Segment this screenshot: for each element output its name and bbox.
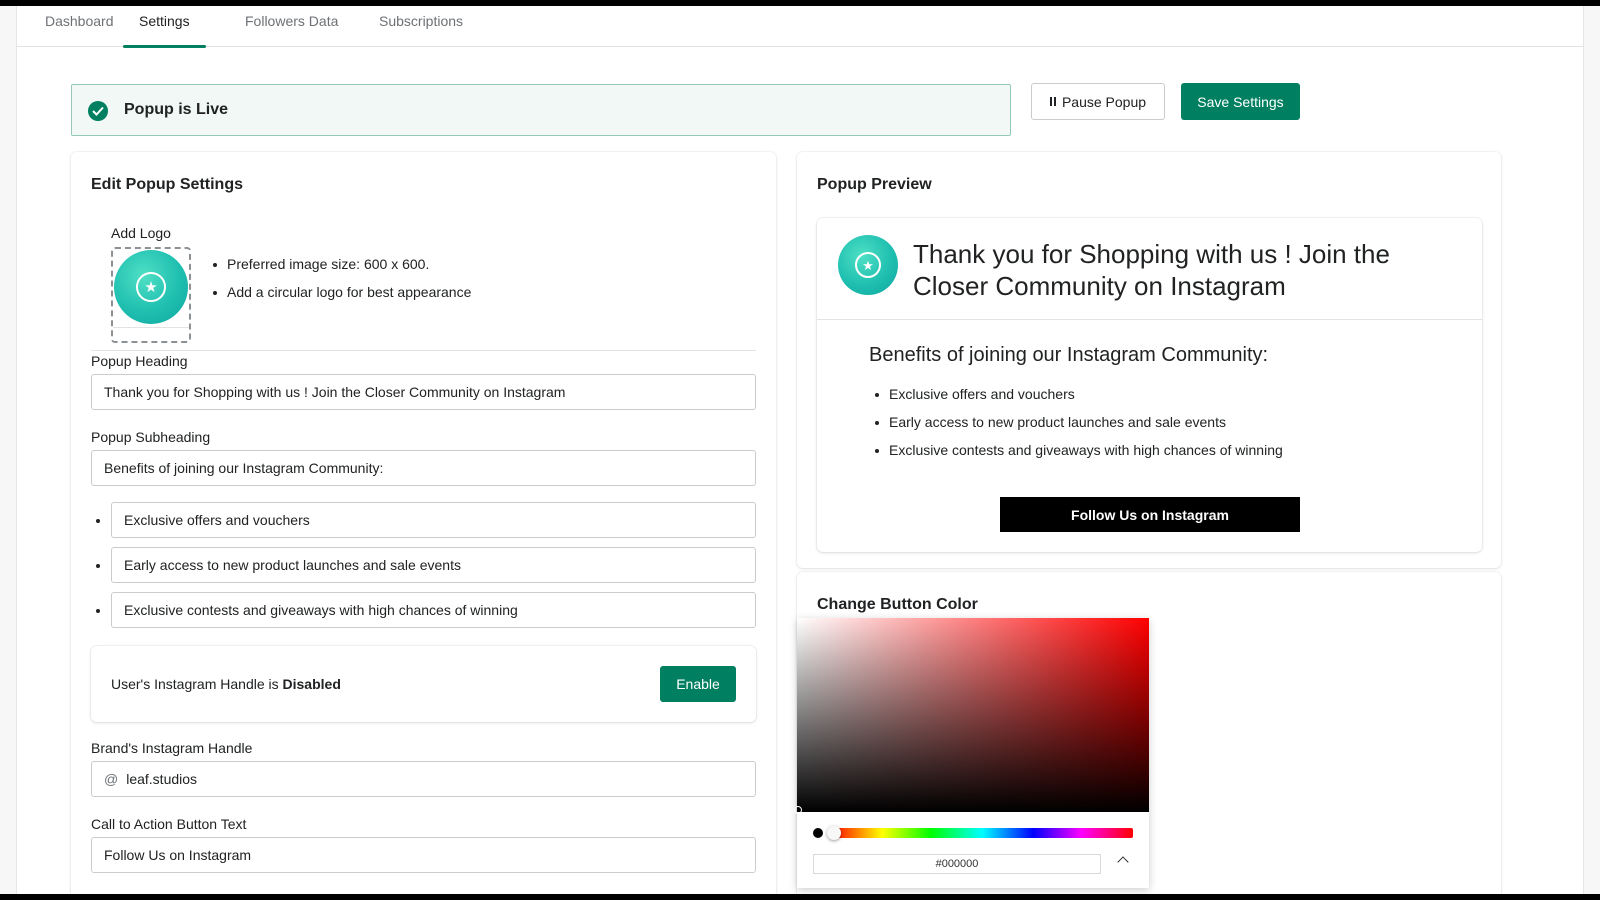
tab-subscriptions[interactable]: Subscriptions	[363, 13, 479, 47]
hue-slider-thumb[interactable]	[827, 826, 841, 840]
pause-popup-button[interactable]: Pause Popup	[1031, 83, 1165, 120]
preview-heading: Thank you for Shopping with us ! Join th…	[913, 239, 1390, 301]
tab-dashboard[interactable]: Dashboard	[29, 13, 130, 47]
app-frame: Dashboard Settings Followers Data Subscr…	[16, 6, 1584, 894]
popup-preview-card: Popup Preview ★ Thank you for Shopping w…	[797, 152, 1501, 568]
cta-text-label: Call to Action Button Text	[91, 816, 247, 832]
color-swatch	[813, 828, 823, 838]
color-card-title: Change Button Color	[817, 596, 978, 613]
edit-popup-settings-card: Edit Popup Settings Add Logo ★ Preferred…	[71, 152, 776, 894]
check-circle-icon	[88, 101, 108, 121]
preview-benefits: Exclusive offers and vouchers Early acce…	[873, 386, 1283, 470]
follow-instagram-button[interactable]: Follow Us on Instagram	[1000, 497, 1300, 532]
user-handle-setting: User's Instagram Handle is Disabled Enab…	[91, 646, 756, 722]
cta-text-input[interactable]: Follow Us on Instagram	[91, 837, 756, 873]
list-item: Early access to new product launches and…	[873, 414, 1283, 430]
bullet-icon	[96, 609, 100, 613]
benefit-input-3[interactable]: Exclusive contests and giveaways with hi…	[111, 592, 756, 628]
preview-header: ★ Thank you for Shopping with us ! Join …	[817, 218, 1482, 320]
hex-color-input[interactable]: #000000	[813, 854, 1101, 874]
edit-card-title: Edit Popup Settings	[91, 176, 243, 193]
logo-tip: Add a circular logo for best appearance	[211, 284, 471, 300]
user-handle-status-text: User's Instagram Handle is Disabled	[111, 676, 341, 692]
logo-upload-dropzone[interactable]: ★	[111, 247, 191, 343]
benefit-input-1[interactable]: Exclusive offers and vouchers	[111, 502, 756, 538]
preview-card-title: Popup Preview	[817, 176, 932, 193]
chevron-up-icon[interactable]	[1117, 856, 1129, 868]
change-button-color-card: Change Button Color #000000	[794, 572, 1501, 894]
saturation-area[interactable]	[797, 618, 1149, 812]
status-banner: Popup is Live	[71, 84, 1011, 136]
brand-handle-value: leaf.studios	[126, 771, 198, 787]
brand-handle-label: Brand's Instagram Handle	[91, 740, 253, 756]
add-logo-label: Add Logo	[111, 225, 171, 241]
color-picker: #000000	[794, 618, 1149, 888]
logo-tips: Preferred image size: 600 x 600. Add a c…	[211, 256, 471, 312]
hue-slider[interactable]	[831, 828, 1133, 838]
at-prefix: @	[104, 771, 119, 787]
bullet-icon	[96, 564, 100, 568]
popup-heading-label: Popup Heading	[91, 353, 188, 369]
star-badge-icon: ★	[838, 235, 898, 295]
star-badge-icon: ★	[114, 250, 188, 324]
list-item: Exclusive offers and vouchers	[873, 386, 1283, 402]
list-item: Exclusive contests and giveaways with hi…	[873, 442, 1283, 458]
saturation-cursor[interactable]	[794, 806, 802, 814]
user-handle-status: Disabled	[282, 676, 341, 692]
divider	[91, 350, 756, 351]
pause-popup-label: Pause Popup	[1061, 93, 1147, 110]
page: Dashboard Settings Followers Data Subscr…	[0, 6, 1600, 894]
tab-followers-data[interactable]: Followers Data	[229, 13, 354, 47]
tab-bar: Dashboard Settings Followers Data Subscr…	[17, 6, 1583, 48]
popup-preview: ★ Thank you for Shopping with us ! Join …	[817, 218, 1482, 552]
brand-handle-input[interactable]: @ leaf.studios	[91, 761, 756, 797]
popup-subheading-label: Popup Subheading	[91, 429, 211, 445]
logo-tip: Preferred image size: 600 x 600.	[211, 256, 471, 272]
preview-subheading: Benefits of joining our Instagram Commun…	[869, 344, 1269, 366]
pause-icon	[1049, 97, 1056, 106]
bullet-icon	[96, 519, 100, 523]
benefit-input-2[interactable]: Early access to new product launches and…	[111, 547, 756, 583]
popup-heading-input[interactable]: Thank you for Shopping with us ! Join th…	[91, 374, 756, 410]
status-banner-text: Popup is Live	[124, 101, 229, 118]
user-handle-prefix: User's Instagram Handle is	[111, 676, 279, 692]
enable-button[interactable]: Enable	[660, 666, 736, 702]
popup-subheading-input[interactable]: Benefits of joining our Instagram Commun…	[91, 450, 756, 486]
save-settings-button[interactable]: Save Settings	[1181, 83, 1300, 120]
tab-settings[interactable]: Settings	[123, 13, 206, 48]
